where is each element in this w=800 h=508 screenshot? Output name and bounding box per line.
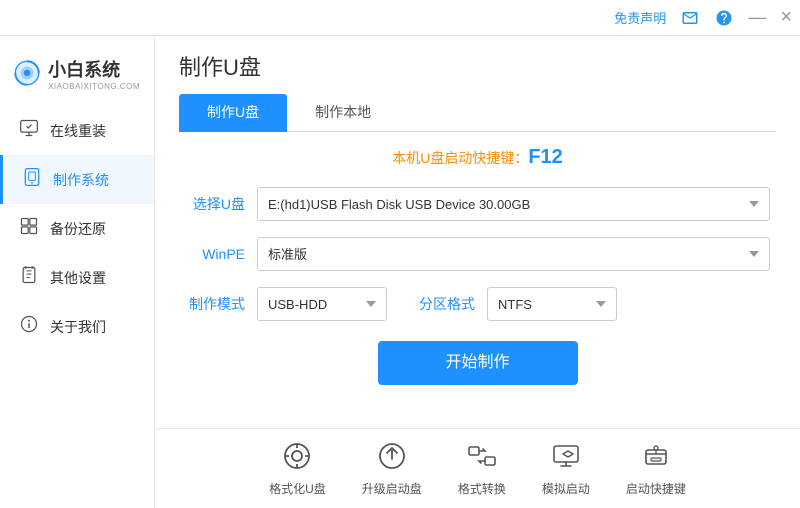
- logo-sub-text: XIAOBAIXITONG.COM: [48, 82, 140, 91]
- other-settings-label: 其他设置: [50, 268, 106, 288]
- winpe-row: WinPE 标准版: [185, 237, 770, 271]
- sidebar-item-online-reinstall[interactable]: 在线重装: [0, 106, 154, 155]
- shortcut-hint: 本机U盘启动快捷键：F12: [185, 146, 770, 169]
- about-us-label: 关于我们: [50, 317, 106, 337]
- sidebar-item-backup-restore[interactable]: 备份还原: [0, 204, 154, 253]
- content-area: 制作U盘 制作U盘 制作本地 本机U盘启动快捷键：F12 选择U盘 E:(hd1…: [155, 36, 800, 508]
- format-convert-label: 格式转换: [458, 480, 506, 497]
- make-system-icon: [21, 167, 43, 192]
- boot-shortcut-label: 启动快捷键: [626, 480, 686, 497]
- select-udisk-dropdown[interactable]: E:(hd1)USB Flash Disk USB Device 30.00GB: [257, 187, 770, 221]
- make-mode-dropdown[interactable]: USB-HDD: [257, 287, 387, 321]
- free-declaration-link[interactable]: 免责声明: [614, 8, 666, 27]
- sidebar: 小白系统 XIAOBAIXITONG.COM 在线重装 制作系统 备份还原: [0, 36, 155, 508]
- shortcut-key: F12: [528, 146, 562, 168]
- tab-make-local[interactable]: 制作本地: [287, 94, 399, 132]
- winpe-label: WinPE: [185, 246, 245, 262]
- form-area: 本机U盘启动快捷键：F12 选择U盘 E:(hd1)USB Flash Disk…: [155, 132, 800, 428]
- page-header: 制作U盘 制作U盘 制作本地: [155, 36, 800, 132]
- online-reinstall-label: 在线重装: [50, 121, 106, 141]
- online-reinstall-icon: [18, 118, 40, 143]
- sidebar-item-about-us[interactable]: 关于我们: [0, 302, 154, 351]
- partition-format-dropdown[interactable]: NTFS: [487, 287, 617, 321]
- title-bar: 免责声明 — ×: [0, 0, 800, 36]
- close-button[interactable]: ×: [780, 6, 792, 29]
- partition-format-label: 分区格式: [419, 294, 475, 314]
- upgrade-boot-icon: [377, 441, 407, 475]
- logo-main-text: 小白系统: [48, 56, 140, 82]
- shortcut-prefix: 本机U盘启动快捷键：: [392, 150, 528, 166]
- bottom-toolbar: 格式化U盘 升级启动盘: [155, 428, 800, 508]
- make-mode-label: 制作模式: [185, 294, 245, 314]
- select-udisk-label: 选择U盘: [185, 194, 245, 214]
- boot-shortcut-icon: [641, 441, 671, 475]
- upgrade-boot-label: 升级启动盘: [362, 480, 422, 497]
- window-controls: — ×: [676, 4, 792, 32]
- format-udisk-label: 格式化U盘: [269, 480, 326, 497]
- main-container: 小白系统 XIAOBAIXITONG.COM 在线重装 制作系统 备份还原: [0, 36, 800, 508]
- format-udisk-icon: [282, 441, 312, 475]
- logo-text: 小白系统 XIAOBAIXITONG.COM: [48, 56, 140, 91]
- page-title: 制作U盘: [179, 50, 776, 82]
- tab-bar: 制作U盘 制作本地: [179, 94, 776, 132]
- user-icon[interactable]: [676, 4, 704, 32]
- mode-format-row: 制作模式 USB-HDD 分区格式 NTFS: [185, 287, 770, 321]
- minimize-button[interactable]: —: [748, 7, 766, 28]
- simulate-boot-icon: [551, 441, 581, 475]
- logo-icon: [14, 54, 40, 92]
- winpe-dropdown[interactable]: 标准版: [257, 237, 770, 271]
- backup-restore-label: 备份还原: [50, 219, 106, 239]
- start-make-button[interactable]: 开始制作: [378, 341, 578, 385]
- toolbar-format-convert[interactable]: 格式转换: [458, 441, 506, 497]
- toolbar-simulate-boot[interactable]: 模拟启动: [542, 441, 590, 497]
- logo-area: 小白系统 XIAOBAIXITONG.COM: [0, 46, 154, 106]
- select-udisk-row: 选择U盘 E:(hd1)USB Flash Disk USB Device 30…: [185, 187, 770, 221]
- about-us-icon: [18, 314, 40, 339]
- tab-make-udisk[interactable]: 制作U盘: [179, 94, 287, 132]
- simulate-boot-label: 模拟启动: [542, 480, 590, 497]
- sidebar-item-other-settings[interactable]: 其他设置: [0, 253, 154, 302]
- backup-restore-icon: [18, 216, 40, 241]
- format-convert-icon: [467, 441, 497, 475]
- sidebar-item-make-system[interactable]: 制作系统: [0, 155, 154, 204]
- toolbar-format-udisk[interactable]: 格式化U盘: [269, 441, 326, 497]
- make-system-label: 制作系统: [53, 170, 109, 190]
- toolbar-boot-shortcut[interactable]: 启动快捷键: [626, 441, 686, 497]
- help-icon[interactable]: [710, 4, 738, 32]
- toolbar-upgrade-boot[interactable]: 升级启动盘: [362, 441, 422, 497]
- other-settings-icon: [18, 265, 40, 290]
